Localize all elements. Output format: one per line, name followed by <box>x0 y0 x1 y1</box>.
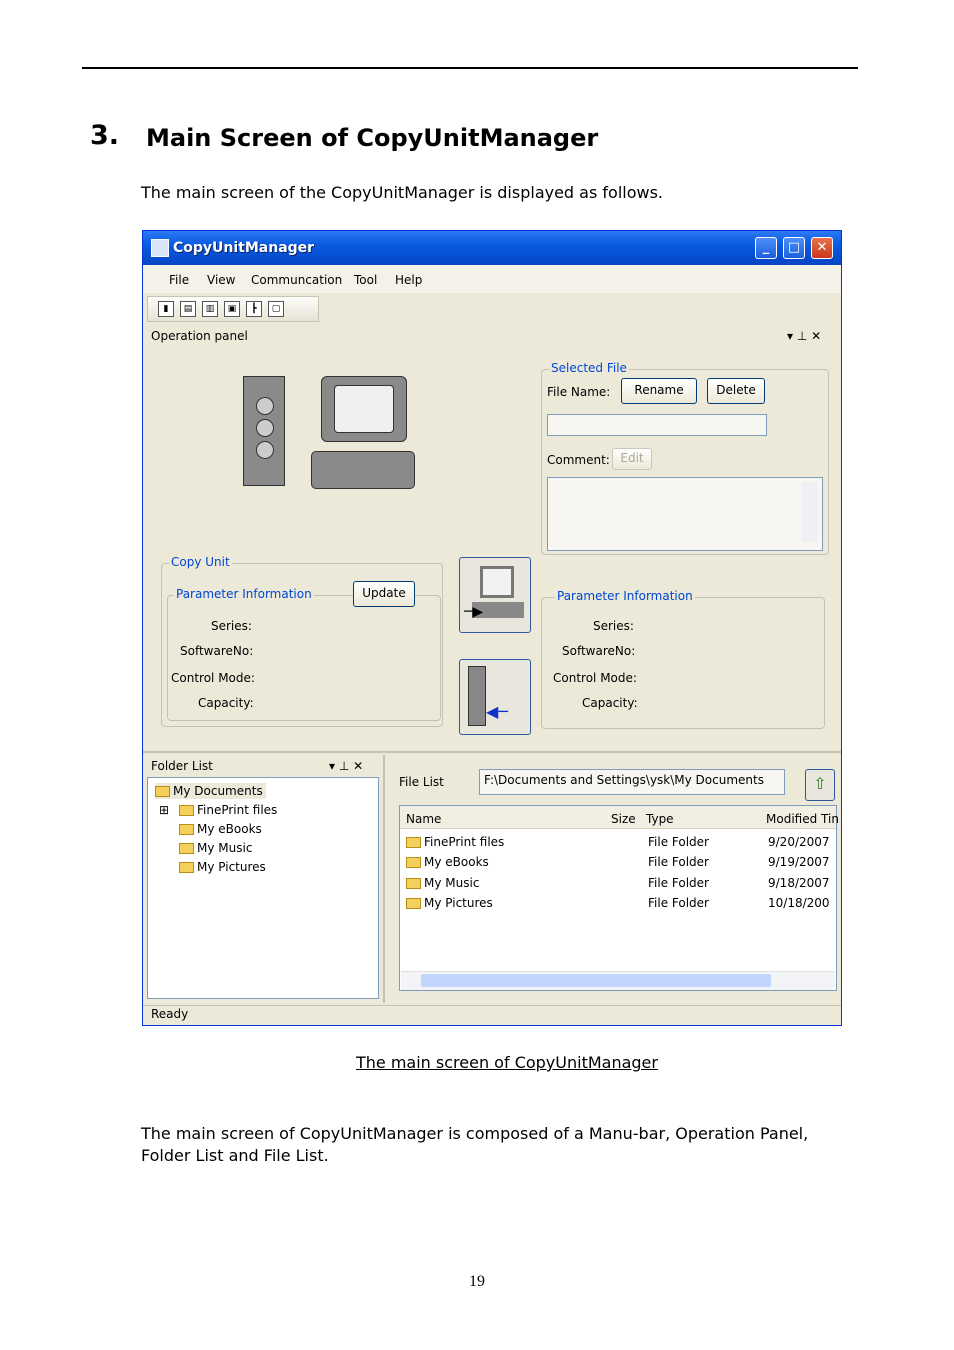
scroll-thumb[interactable] <box>421 974 771 987</box>
pc-param-title: Parameter Information <box>555 589 695 603</box>
section-number: 3. <box>90 120 120 151</box>
selected-file-title: Selected File <box>549 361 629 375</box>
column-name[interactable]: Name <box>406 812 441 826</box>
menu-bar <box>143 265 841 293</box>
cu-control-mode-label: Control Mode: <box>171 671 255 685</box>
maximize-button[interactable]: □ <box>783 237 805 259</box>
arrow-right-icon: ─▶ <box>464 604 484 620</box>
monitor-icon[interactable]: ▢ <box>268 301 284 317</box>
pc-softwareno-label: SoftwareNo: <box>562 644 636 658</box>
splitter[interactable] <box>383 755 385 1003</box>
file-row-type: File Folder <box>648 876 709 890</box>
settings-icon[interactable]: ▣ <box>224 301 240 317</box>
pc-series-label: Series: <box>593 619 634 633</box>
update-button[interactable]: Update <box>353 581 415 607</box>
cu-capacity-label: Capacity: <box>198 696 254 710</box>
file-row-modified: 10/18/200 <box>768 896 830 910</box>
rename-button[interactable]: Rename <box>621 378 697 404</box>
column-modified[interactable]: Modified Tin <box>766 812 839 826</box>
tree-icon[interactable]: ┣ <box>246 301 262 317</box>
cu-series-label: Series: <box>211 619 252 633</box>
folder-root[interactable]: My Documents <box>155 783 266 799</box>
expand-icon[interactable]: ⊞ <box>159 803 169 817</box>
arrow-left-icon: ◀─ <box>486 702 508 721</box>
folder-list-pin-icon[interactable]: ▾ ⊥ ✕ <box>329 759 363 773</box>
pictures-folder-icon <box>179 862 194 873</box>
pictures-folder-icon <box>406 898 421 909</box>
column-size[interactable]: Size <box>611 812 636 826</box>
path-field[interactable]: F:\Documents and Settings\ysk\My Documen… <box>479 769 785 795</box>
summary-paragraph: The main screen of CopyUnitManager is co… <box>141 1124 809 1165</box>
section-title: Main Screen of CopyUnitManager <box>146 124 599 152</box>
folder-icon <box>179 805 194 816</box>
read-icon[interactable]: ▤ <box>180 301 196 317</box>
close-button[interactable]: ✕ <box>811 237 833 259</box>
comment-textarea[interactable] <box>547 477 823 551</box>
file-row-modified: 9/19/2007 <box>768 855 830 869</box>
file-name-field[interactable] <box>547 414 767 436</box>
connect-icon[interactable]: ▮ <box>158 301 174 317</box>
folder-item[interactable]: My eBooks <box>179 822 262 836</box>
file-row-name[interactable]: My eBooks <box>406 855 489 869</box>
folder-icon <box>179 824 194 835</box>
pane-divider <box>143 751 841 753</box>
folder-icon <box>406 857 421 868</box>
comment-label: Comment: <box>547 453 610 467</box>
file-row-name[interactable]: My Pictures <box>406 896 493 910</box>
app-window: CopyUnitManager _ □ ✕ File View Communca… <box>142 230 842 1026</box>
toolbar: ▮ ▤ ▥ ▣ ┣ ▢ <box>147 296 319 322</box>
window-title: CopyUnitManager <box>173 240 315 256</box>
figure-caption: The main screen of CopyUnitManager <box>356 1053 658 1072</box>
monitor-graphic <box>321 376 407 442</box>
menu-communication[interactable]: Communcation <box>251 273 342 287</box>
menu-tool[interactable]: Tool <box>354 273 377 287</box>
operation-panel-header: Operation panel <box>151 329 248 343</box>
file-row-name[interactable]: My Music <box>406 876 479 890</box>
intro-paragraph: The main screen of the CopyUnitManager i… <box>141 183 664 202</box>
menu-view[interactable]: View <box>207 273 235 287</box>
file-row-type: File Folder <box>648 835 709 849</box>
app-icon <box>151 239 169 257</box>
delete-button[interactable]: Delete <box>707 378 765 404</box>
file-row-name[interactable]: FinePrint files <box>406 835 504 849</box>
folder-item[interactable]: My Music <box>179 841 252 855</box>
file-row-type: File Folder <box>648 855 709 869</box>
minimize-button[interactable]: _ <box>755 237 777 259</box>
status-text: Ready <box>151 1007 189 1021</box>
folder-list-header: Folder List <box>151 759 213 773</box>
file-name-label: File Name: <box>547 385 611 399</box>
folder-item[interactable]: My Pictures <box>179 860 266 874</box>
horizontal-scrollbar[interactable] <box>401 971 835 990</box>
column-type[interactable]: Type <box>646 812 674 826</box>
pc-control-mode-label: Control Mode: <box>553 671 637 685</box>
top-rule <box>82 67 858 69</box>
folder-icon <box>406 837 421 848</box>
music-folder-icon <box>179 843 194 854</box>
status-bar <box>143 1005 841 1025</box>
copy-unit-param-title: Parameter Information <box>174 587 314 601</box>
menu-help[interactable]: Help <box>395 273 422 287</box>
copy-unit-title: Copy Unit <box>169 555 232 569</box>
receive-from-unit-button[interactable]: ◀─ <box>459 659 531 735</box>
pc-base-graphic <box>311 451 415 489</box>
file-row-type: File Folder <box>648 896 709 910</box>
copy-unit-device-icon <box>243 376 285 486</box>
comment-scrollbar[interactable] <box>802 482 818 542</box>
pc-capacity-label: Capacity: <box>582 696 638 710</box>
page-number: 19 <box>469 1273 485 1290</box>
file-row-modified: 9/18/2007 <box>768 876 830 890</box>
up-folder-icon[interactable]: ⇧ <box>805 769 835 801</box>
menu-file[interactable]: File <box>169 273 189 287</box>
cu-softwareno-label: SoftwareNo: <box>180 644 254 658</box>
file-list-label: File List <box>399 775 444 789</box>
folder-icon <box>155 786 170 797</box>
write-icon[interactable]: ▥ <box>202 301 218 317</box>
file-row-modified: 9/20/2007 <box>768 835 830 849</box>
edit-button[interactable]: Edit <box>612 448 652 470</box>
send-to-unit-button[interactable]: ─▶ <box>459 557 531 633</box>
panel-pin-icon[interactable]: ▾ ⊥ ✕ <box>787 329 821 343</box>
folder-item[interactable]: FinePrint files <box>179 803 277 817</box>
music-folder-icon <box>406 878 421 889</box>
